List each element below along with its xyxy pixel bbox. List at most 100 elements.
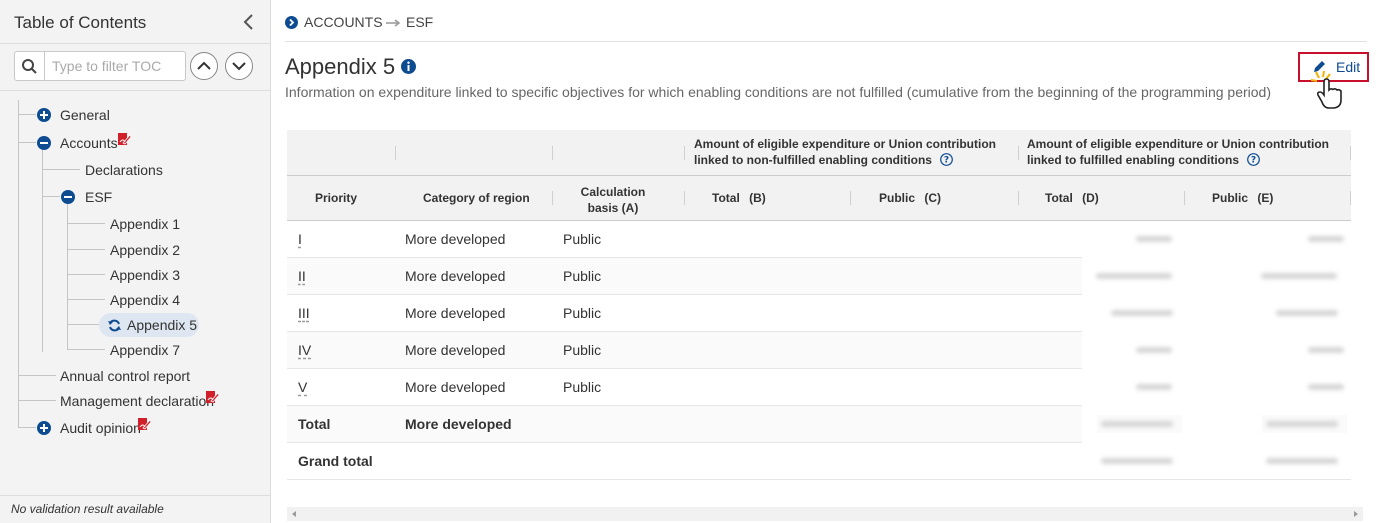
priority-cell[interactable]: III — [298, 305, 310, 321]
validation-status: No validation result available — [0, 495, 270, 523]
priority-cell[interactable]: V — [298, 379, 307, 395]
scroll-left-icon[interactable] — [290, 510, 298, 518]
help-icon[interactable]: ? — [940, 153, 954, 166]
redacted-value — [1302, 341, 1352, 359]
tree-line — [18, 375, 56, 376]
total-label: Total — [298, 416, 331, 432]
total-category: More developed — [405, 416, 512, 432]
collapse-all-button[interactable] — [190, 52, 218, 80]
search-icon — [22, 59, 37, 74]
svg-text:?: ? — [944, 156, 949, 166]
toc-sidebar: Table of Contents Type to filter TOC Gen… — [0, 0, 271, 523]
tree-line — [18, 100, 19, 427]
divider — [285, 41, 1367, 42]
priority-cell[interactable]: IV — [298, 342, 311, 358]
column-header-total-d[interactable]: Total (D) — [1045, 190, 1099, 206]
breadcrumb-esf: ESF — [406, 14, 434, 30]
page-description: Information on expenditure linked to spe… — [285, 84, 1271, 100]
breadcrumb-accounts[interactable]: ACCOUNTS — [304, 14, 383, 30]
priority-cell[interactable]: II — [298, 268, 306, 284]
column-separator — [1184, 191, 1185, 205]
validation-text: No validation result available — [11, 502, 164, 516]
horizontal-scrollbar[interactable] — [287, 507, 1363, 521]
collapse-esf-icon[interactable] — [61, 190, 75, 204]
basis-cell: Public — [563, 305, 602, 321]
tree-line — [42, 196, 60, 197]
tree-line — [18, 427, 36, 428]
column-header-public-e[interactable]: Public (E) — [1212, 190, 1273, 206]
column-header-total-b[interactable]: Total (B) — [712, 190, 766, 206]
app-window: Table of Contents Type to filter TOC Gen… — [0, 0, 1381, 523]
signature-icon — [138, 418, 152, 430]
category-cell: More developed — [405, 342, 506, 358]
category-cell: More developed — [405, 379, 506, 395]
group-header-fulfilled: Amount of eligible expenditure or Union … — [1027, 137, 1329, 167]
toc-title: Table of Contents — [14, 13, 147, 32]
tree-line — [67, 299, 105, 300]
info-icon[interactable] — [401, 59, 416, 74]
redacted-value — [1257, 267, 1347, 285]
column-header-priority[interactable]: Priority — [315, 190, 357, 206]
group-header-non-fulfilled: Amount of eligible expenditure or Union … — [694, 137, 996, 167]
expand-general-icon[interactable] — [37, 108, 51, 122]
redacted-value — [1262, 415, 1347, 433]
chevron-circle-right-icon — [285, 16, 298, 29]
column-separator — [684, 191, 685, 205]
signature-icon — [206, 391, 220, 403]
redacted-value — [1132, 230, 1182, 248]
collapse-accounts-icon[interactable] — [37, 136, 51, 150]
redacted-value — [1097, 452, 1182, 470]
header-divider — [287, 175, 1351, 176]
column-header-category[interactable]: Category of region — [423, 190, 530, 206]
help-icon[interactable]: ? — [1247, 153, 1261, 166]
redacted-value — [1302, 230, 1352, 248]
arrow-right-icon — [386, 19, 401, 27]
tree-line — [67, 324, 99, 325]
column-separator — [1350, 191, 1351, 205]
expand-all-button[interactable] — [225, 52, 253, 80]
table-header: Amount of eligible expenditure or Union … — [287, 130, 1351, 221]
tree-line — [18, 114, 36, 115]
redacted-value — [1097, 415, 1182, 433]
chevron-up-icon — [197, 61, 211, 70]
hand-cursor-icon — [1310, 70, 1342, 109]
toc-filter-input[interactable] — [44, 51, 186, 81]
search-button[interactable] — [14, 51, 44, 81]
category-cell: More developed — [405, 305, 506, 321]
column-separator — [850, 191, 851, 205]
expand-audit-opinion-icon[interactable] — [37, 421, 51, 435]
chevron-left-icon[interactable] — [240, 11, 258, 33]
column-separator — [1018, 146, 1019, 160]
chevron-down-icon — [232, 62, 246, 71]
svg-text:?: ? — [1251, 156, 1256, 166]
scroll-right-icon[interactable] — [1352, 510, 1360, 518]
redacted-value — [1092, 267, 1182, 285]
category-cell: More developed — [405, 268, 506, 284]
column-header-public-c[interactable]: Public (C) — [879, 190, 941, 206]
toc-filter-row — [0, 45, 270, 91]
tree-line — [67, 249, 105, 250]
redacted-values — [1082, 221, 1352, 479]
redacted-value — [1107, 304, 1182, 322]
tree-line — [67, 223, 105, 224]
redacted-value — [1132, 378, 1182, 396]
basis-cell: Public — [563, 231, 602, 247]
tree-line — [67, 204, 68, 349]
column-separator — [552, 146, 553, 160]
column-separator — [684, 146, 685, 160]
page-title: Appendix 5 — [285, 54, 396, 79]
column-separator — [1018, 191, 1019, 205]
redacted-value — [1302, 378, 1352, 396]
tree-line — [42, 169, 80, 170]
tree-line — [18, 142, 36, 143]
appendix-table: Amount of eligible expenditure or Union … — [287, 130, 1363, 522]
tree-line — [67, 274, 105, 275]
priority-cell[interactable]: I — [298, 231, 302, 247]
basis-cell: Public — [563, 268, 602, 284]
basis-cell: Public — [563, 342, 602, 358]
toc-tree: General Accounts Declarations ESF Append… — [0, 92, 270, 492]
tree-line — [67, 349, 105, 350]
column-separator — [1350, 146, 1351, 160]
column-header-calculation-basis[interactable]: Calculation basis (A) — [573, 184, 653, 216]
signature-icon — [118, 133, 132, 145]
